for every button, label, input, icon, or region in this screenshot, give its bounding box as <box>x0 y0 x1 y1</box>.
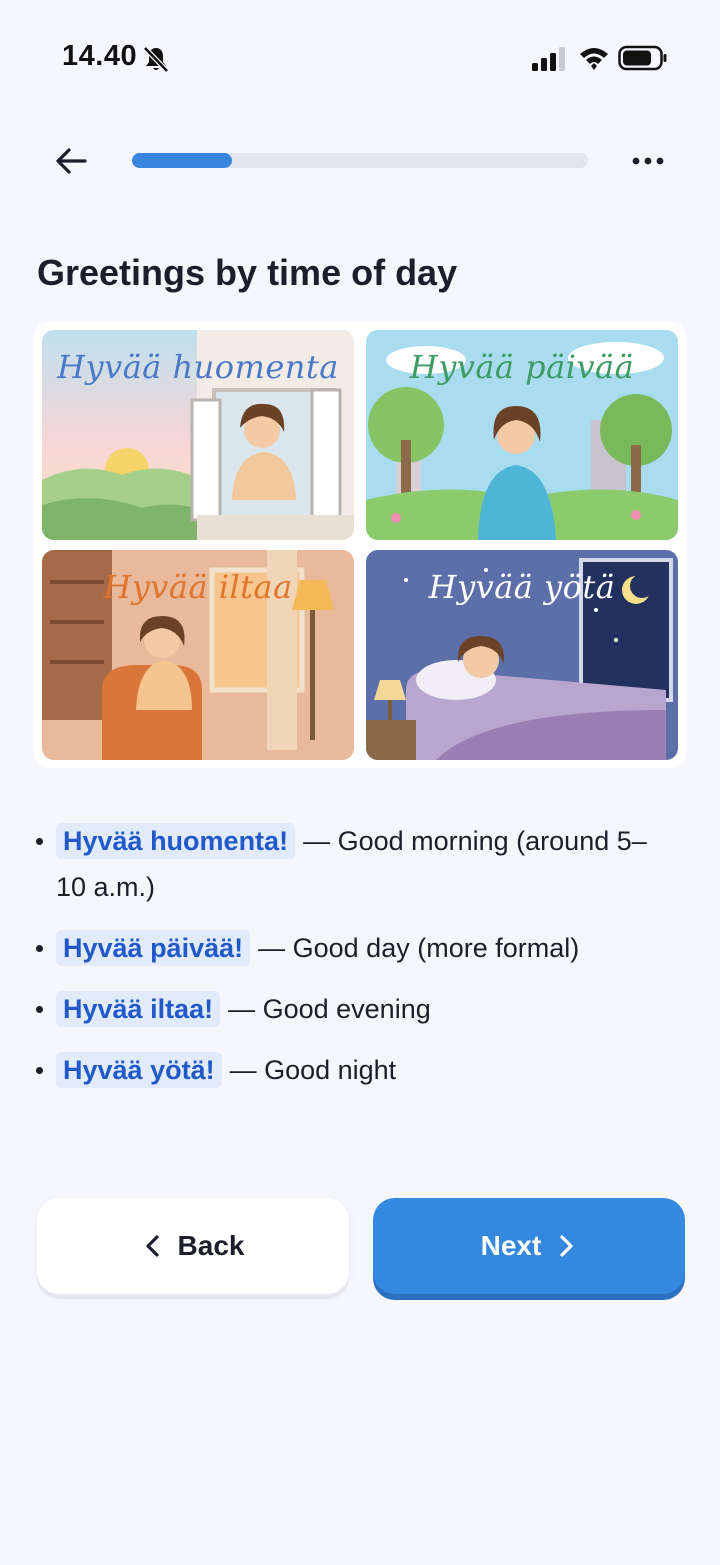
more-options-icon[interactable] <box>626 146 670 176</box>
greeting-term[interactable]: Hyvää huomenta! <box>56 823 296 859</box>
chevron-left-icon <box>145 1235 159 1257</box>
bullet <box>36 1006 43 1013</box>
wifi-icon <box>580 48 608 70</box>
back-arrow-icon[interactable] <box>50 140 92 182</box>
night-label: Hyvää yötä <box>428 568 616 606</box>
greeting-meaning: — Good evening <box>228 994 431 1024</box>
night-panel: Hyvää yötä <box>366 550 678 760</box>
list-item: Hyvää päivää! — Good day (more formal) <box>36 925 676 971</box>
evening-label: Hyvää iltaa <box>103 568 293 606</box>
back-button[interactable]: Back <box>37 1198 349 1294</box>
signal-icon <box>532 47 565 71</box>
greetings-list: Hyvää huomenta! — Good morning (around 5–… <box>36 818 676 1093</box>
battery-icon <box>618 45 667 71</box>
day-label: Hyvää päivää <box>409 348 635 386</box>
greeting-term[interactable]: Hyvää päivää! <box>56 930 251 966</box>
bullet <box>36 838 43 845</box>
page-title: Greetings by time of day <box>37 252 458 293</box>
greeting-meaning: — Good day (more formal) <box>258 933 580 963</box>
greeting-term[interactable]: Hyvää iltaa! <box>56 991 221 1027</box>
evening-panel: Hyvää iltaa <box>42 550 354 760</box>
status-time: 14.40 <box>62 40 138 72</box>
next-button-label: Next <box>480 1230 542 1261</box>
lesson-progress-fill <box>132 153 233 168</box>
morning-panel: Hyvää huomenta <box>42 330 354 540</box>
bullet <box>36 945 43 952</box>
morning-label: Hyvää huomenta <box>57 348 339 386</box>
bullet <box>36 1067 43 1074</box>
bell-off-icon <box>143 46 169 73</box>
day-panel: Hyvää päivää <box>366 330 678 540</box>
list-item: Hyvää huomenta! — Good morning (around 5–… <box>36 818 676 910</box>
back-button-label: Back <box>177 1230 245 1261</box>
list-item: Hyvää iltaa! — Good evening <box>36 986 676 1032</box>
status-bar: 14.40 <box>0 0 720 116</box>
chevron-right-icon <box>560 1235 573 1257</box>
list-item: Hyvää yötä! — Good night <box>36 1047 676 1093</box>
lesson-progress-bar <box>132 153 588 168</box>
greeting-term[interactable]: Hyvää yötä! <box>56 1052 222 1088</box>
greetings-illustration: Hyvää huomenta Hyvää päivää Hyvää iltaa … <box>34 322 686 768</box>
greeting-meaning: — Good night <box>229 1055 397 1085</box>
next-button[interactable]: Next <box>373 1198 685 1294</box>
